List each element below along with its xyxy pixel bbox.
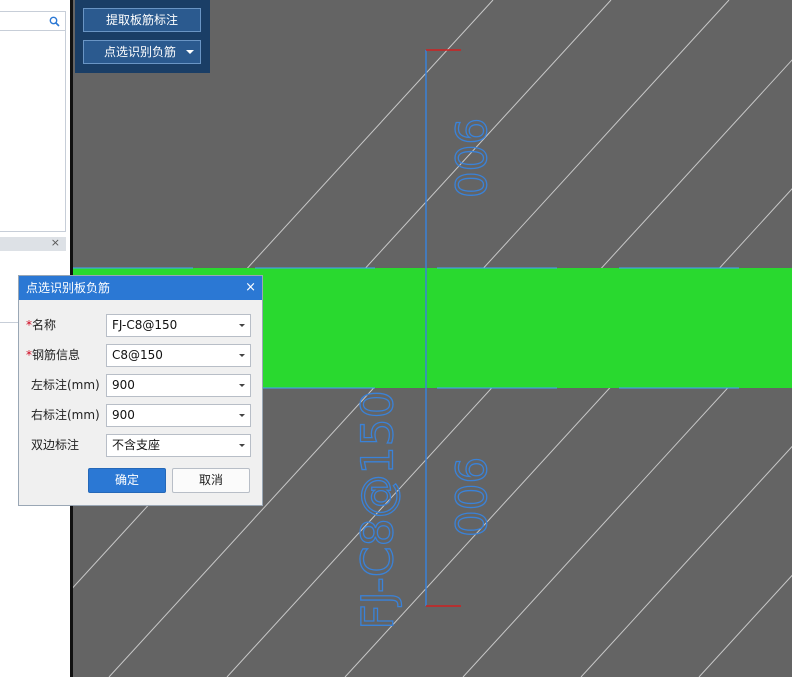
- double-side-select[interactable]: 不含支座: [106, 434, 251, 457]
- dimension-label-top: 900: [446, 118, 495, 198]
- chevron-down-icon[interactable]: [239, 324, 245, 327]
- pick-slab-rebar-dialog: 点选识别板负筋 × *名称 FJ-C8@150 *钢筋信息 C8@150 左标注…: [18, 275, 263, 506]
- chevron-down-icon[interactable]: [239, 354, 245, 357]
- panel-titlebar: ×: [0, 236, 66, 251]
- chevron-down-icon[interactable]: [239, 384, 245, 387]
- chevron-down-icon[interactable]: [186, 50, 194, 54]
- cancel-button[interactable]: 取消: [172, 468, 250, 493]
- dialog-title: 点选识别板负筋: [26, 281, 111, 295]
- pick-recognize-label: 点选识别负筋: [104, 45, 177, 59]
- double-side-label: 双边标注: [31, 438, 80, 452]
- rebar-info-label: *钢筋信息: [26, 348, 81, 362]
- panel-menu-icon[interactable]: ··: [55, 0, 61, 6]
- pick-recognize-button[interactable]: 点选识别负筋: [83, 40, 201, 64]
- chevron-down-icon[interactable]: [239, 414, 245, 417]
- name-select[interactable]: FJ-C8@150: [106, 314, 251, 337]
- recognition-toolbar: 提取板筋标注 点选识别负筋: [75, 0, 210, 73]
- close-icon[interactable]: ×: [51, 236, 60, 249]
- right-annotation-select[interactable]: 900: [106, 404, 251, 427]
- left-annotation-select[interactable]: 900: [106, 374, 251, 397]
- rebar-info-select[interactable]: C8@150: [106, 344, 251, 367]
- rebar-name-label: FJ-C8@150: [353, 390, 404, 629]
- component-list[interactable]: [0, 31, 66, 232]
- ok-button[interactable]: 确定: [88, 468, 166, 493]
- name-label: *名称: [26, 318, 57, 332]
- right-annotation-label: 右标注(mm): [31, 408, 100, 422]
- left-annotation-label: 左标注(mm): [31, 378, 100, 392]
- search-input[interactable]: [0, 11, 66, 31]
- dialog-titlebar: 点选识别板负筋 ×: [19, 276, 262, 300]
- dimension-label-bottom: 900: [446, 457, 495, 537]
- search-icon[interactable]: [49, 16, 60, 27]
- chevron-down-icon[interactable]: [239, 444, 245, 447]
- close-icon[interactable]: ×: [245, 276, 256, 300]
- extract-annotation-button[interactable]: 提取板筋标注: [83, 8, 201, 32]
